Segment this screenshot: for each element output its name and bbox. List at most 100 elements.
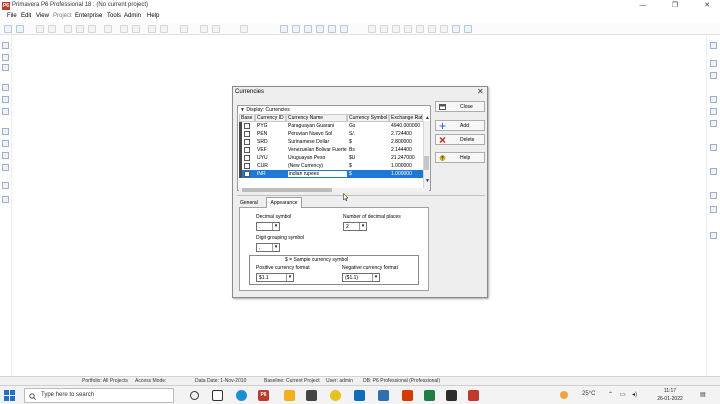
bars-icon[interactable] (404, 25, 412, 33)
scroll-down-icon[interactable]: ▼ (425, 178, 430, 184)
store-icon[interactable] (306, 390, 317, 401)
chevron-down-icon[interactable]: ▾ (286, 274, 293, 281)
col-header-currency-symbol[interactable]: Currency Symbol (347, 114, 389, 122)
base-checkbox[interactable] (244, 131, 250, 137)
level-icon[interactable] (316, 25, 324, 33)
tray-chevron-icon[interactable]: ⌃ (608, 391, 613, 398)
store-period-icon[interactable] (340, 25, 348, 33)
spell-check-icon[interactable] (240, 25, 248, 33)
cmd-icon-8[interactable] (710, 168, 717, 175)
cell-currency-symbol[interactable]: S/. (348, 130, 390, 138)
chevron-down-icon[interactable]: ▾ (372, 274, 379, 281)
indent-icon[interactable] (148, 25, 156, 33)
col-header-currency-id[interactable]: Currency ID (255, 114, 286, 122)
tab-general[interactable]: General (240, 200, 258, 206)
maximize-button[interactable]: ❐ (664, 1, 686, 11)
cell-currency-symbol[interactable]: Gs (348, 122, 390, 130)
cmd-icon-3[interactable] (710, 72, 717, 79)
menu-admin[interactable]: Admin (124, 13, 141, 19)
cell-exchange-rate[interactable]: 2.800000 (390, 138, 424, 146)
delete-icon[interactable] (132, 25, 140, 33)
outdent-icon[interactable] (160, 25, 168, 33)
zoom-in-icon[interactable] (368, 25, 376, 33)
delete-button[interactable]: Delete (435, 134, 485, 145)
mail-icon[interactable] (354, 390, 365, 401)
cell-exchange-rate[interactable]: 4940.000000 (390, 122, 424, 130)
calculator-icon[interactable] (292, 25, 300, 33)
documents-nav-icon[interactable] (2, 196, 9, 203)
notifications-icon[interactable]: ▤ (700, 391, 706, 398)
menu-help[interactable]: Help (147, 13, 159, 19)
chevron-down-icon[interactable]: ▾ (272, 223, 279, 230)
cell-currency-name[interactable]: Paraguayan Guarani (287, 122, 348, 130)
expenses-nav-icon[interactable] (2, 140, 9, 147)
cut-icon[interactable] (64, 25, 72, 33)
table-row[interactable]: UYU Uruguayan Peso $U 21.247000 (239, 154, 423, 162)
decimal-symbol-select[interactable]: . ▾ (256, 222, 280, 231)
menu-edit[interactable]: Edit (21, 13, 31, 19)
cmd-icon-6[interactable] (710, 120, 717, 127)
layout-icon[interactable] (180, 25, 188, 33)
tab-appearance[interactable]: Appearance (266, 197, 302, 208)
resources-nav-icon[interactable] (2, 84, 9, 91)
print-preview-icon[interactable] (48, 25, 56, 33)
forward-icon[interactable] (16, 25, 24, 33)
baseline-icon[interactable] (328, 25, 336, 33)
p6-running-icon[interactable] (468, 390, 479, 401)
back-icon[interactable] (4, 25, 12, 33)
cell-currency-id[interactable]: CUR (256, 162, 287, 170)
green-globe-icon[interactable] (464, 25, 472, 33)
cell-currency-name-editing[interactable]: indian rupees (287, 170, 348, 178)
cell-currency-name[interactable]: Surinamese Dollar (287, 138, 348, 146)
menu-view[interactable]: View (36, 13, 49, 19)
scroll-to-date-icon[interactable] (392, 25, 400, 33)
close-window-button[interactable]: ✕ (696, 1, 718, 11)
cmd-icon-1[interactable] (710, 42, 717, 49)
horizontal-scroll-thumb[interactable] (242, 188, 332, 192)
menu-enterprise[interactable]: Enterprise (75, 13, 102, 19)
network-icon[interactable]: ▭ (620, 391, 626, 398)
projects-nav-icon[interactable] (2, 42, 9, 49)
table-row[interactable]: PEN Peruvian Nuevo Sol S/. 2.724400 (239, 130, 423, 138)
menu-file[interactable]: File (7, 13, 17, 19)
negative-format-select[interactable]: ($1.1) ▾ (342, 273, 380, 282)
col-header-currency-name[interactable]: Currency Name (286, 114, 347, 122)
tracking-nav-icon[interactable] (2, 108, 9, 115)
eps-nav-icon[interactable] (2, 64, 9, 71)
cell-exchange-rate[interactable]: 1.000000 (390, 170, 424, 178)
edge-icon[interactable] (236, 390, 247, 401)
table-row[interactable]: SRD Surinamese Dollar $ 2.800000 (239, 138, 423, 146)
cell-currency-symbol[interactable]: $U (348, 154, 390, 162)
clock[interactable]: 11:17 26-01-2022 (650, 387, 690, 403)
zoom-out-icon[interactable] (380, 25, 388, 33)
add-icon[interactable] (120, 25, 128, 33)
office-icon[interactable] (402, 390, 413, 401)
cell-currency-id[interactable]: VEF (256, 146, 287, 154)
cell-currency-id[interactable]: INR (256, 170, 287, 178)
cmd-icon-11[interactable] (710, 232, 717, 239)
cmd-icon-2[interactable] (710, 60, 717, 67)
weather-icon[interactable] (560, 391, 568, 399)
task-view-icon[interactable] (212, 390, 223, 401)
menu-project[interactable]: Project (53, 13, 72, 19)
table-row-selected[interactable]: INR indian rupees $ 1.000000 (239, 170, 423, 178)
settings-app-icon[interactable] (378, 390, 389, 401)
base-checkbox[interactable] (244, 155, 250, 161)
base-checkbox[interactable] (244, 147, 250, 153)
cell-currency-symbol[interactable]: $ (348, 138, 390, 146)
filter-icon[interactable] (200, 25, 208, 33)
scroll-up-icon[interactable]: ▲ (425, 115, 430, 121)
file-explorer-icon[interactable] (284, 390, 295, 401)
cell-exchange-rate[interactable]: 2.724400 (390, 130, 424, 138)
vertical-scroll-thumb[interactable] (424, 156, 429, 170)
cell-currency-symbol[interactable]: $ (348, 170, 390, 178)
excel-icon[interactable] (424, 390, 435, 401)
cell-currency-id[interactable]: UYU (256, 154, 287, 162)
print-icon[interactable] (36, 25, 44, 33)
cell-currency-name[interactable]: Peruvian Nuevo Sol (287, 130, 348, 138)
cell-exchange-rate[interactable]: 1.000000 (390, 162, 424, 170)
cell-currency-id[interactable]: PEN (256, 130, 287, 138)
thresholds-nav-icon[interactable] (2, 152, 9, 159)
cell-currency-name[interactable]: Venezuelan Bolivar Fuerte (287, 146, 348, 154)
cmd-icon-5[interactable] (710, 108, 717, 115)
